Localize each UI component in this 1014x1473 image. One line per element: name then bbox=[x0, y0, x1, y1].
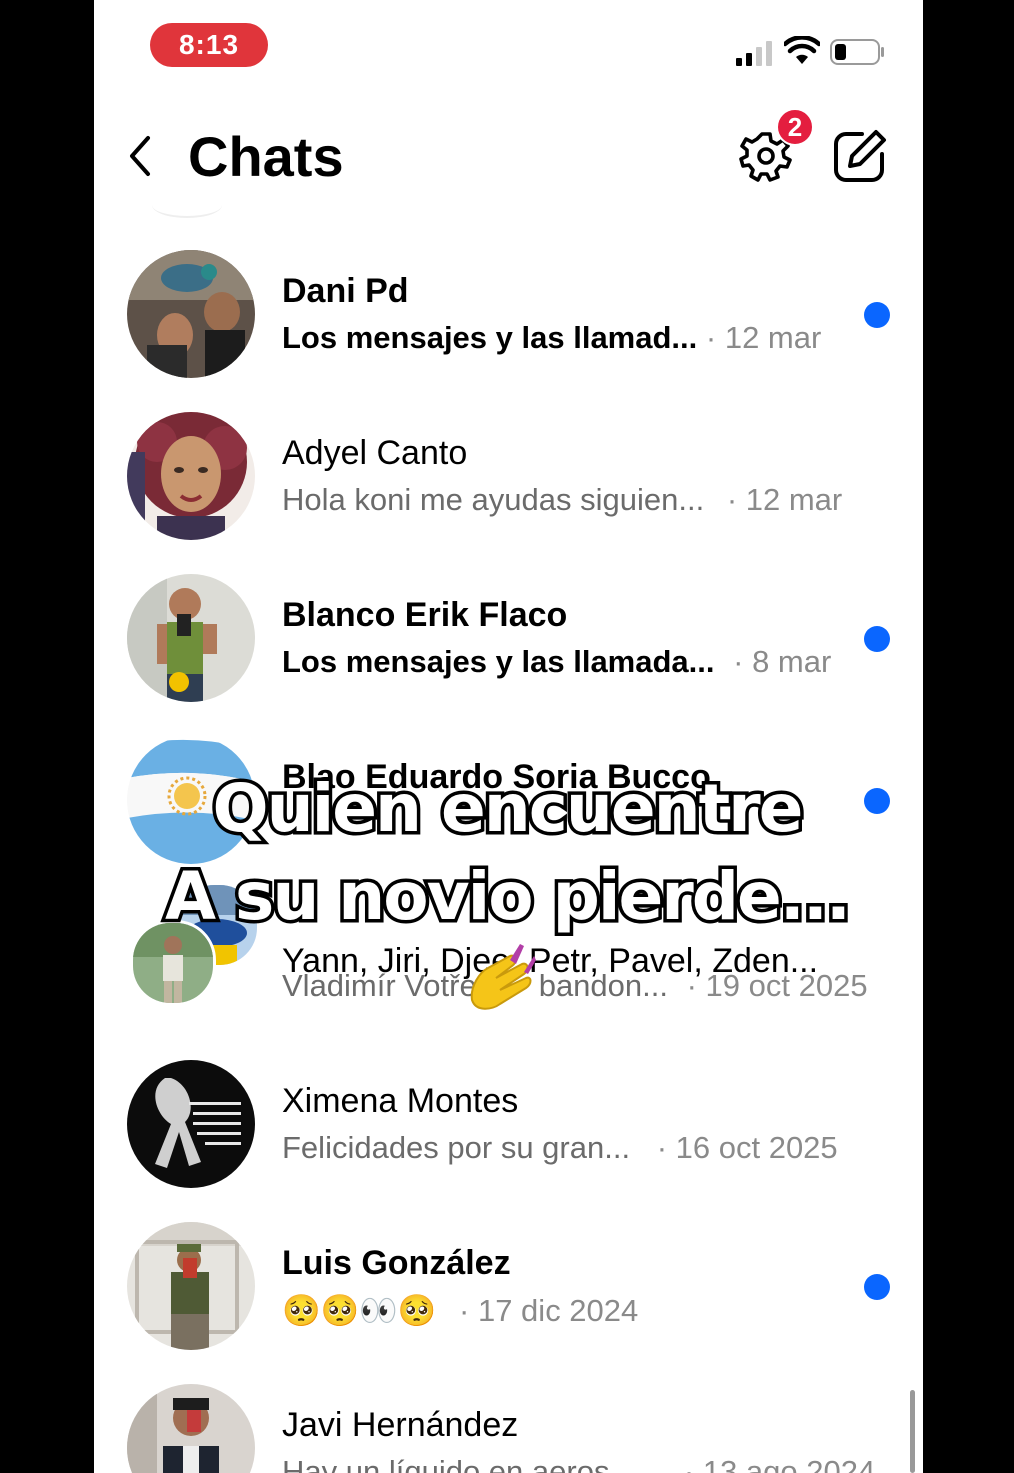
chat-date: · 16 oct 2025 bbox=[656, 1130, 838, 1165]
chat-date: · 17 dic 2024 bbox=[459, 1293, 639, 1328]
chat-row[interactable]: Dani Pd Los mensajes y las llamad... · 1… bbox=[94, 250, 923, 412]
preview-emojis: 🥺🥺👀🥺 bbox=[282, 1293, 437, 1328]
chat-name: Luis González bbox=[282, 1244, 511, 1282]
scrollbar[interactable] bbox=[910, 1390, 915, 1473]
back-chevron-icon[interactable] bbox=[124, 132, 156, 180]
overlay-caption-line2: A su novio pierde... bbox=[161, 855, 854, 939]
preview-text: Hola koni me ayudas siguien... bbox=[282, 482, 705, 517]
chat-name: Adyel Canto bbox=[282, 434, 468, 472]
chat-row[interactable]: Blanco Erik Flaco Los mensajes y las lla… bbox=[94, 574, 923, 736]
chat-row[interactable]: Ximena Montes Felicidades por su gran...… bbox=[94, 1060, 923, 1222]
battery-icon bbox=[830, 39, 884, 65]
chat-date: · 8 mar bbox=[733, 644, 832, 679]
unread-dot bbox=[864, 302, 890, 328]
compose-icon[interactable] bbox=[832, 128, 888, 184]
status-time[interactable]: 8:13 bbox=[150, 23, 268, 67]
chat-name: Blanco Erik Flaco bbox=[282, 596, 568, 634]
settings-notification-badge: 2 bbox=[776, 108, 814, 146]
chat-preview: Hola koni me ayudas siguien... · 12 mar bbox=[282, 482, 842, 518]
chat-preview: Los mensajes y las llamada... · 8 mar bbox=[282, 644, 831, 680]
avatar bbox=[127, 1222, 255, 1350]
overlay-caption-line1: Quien encuentre bbox=[209, 767, 807, 851]
chat-name: Javi Hernández bbox=[282, 1406, 519, 1444]
nail-polish-emoji-icon bbox=[470, 944, 536, 1010]
unread-dot bbox=[864, 626, 890, 652]
chat-row[interactable]: Luis González 🥺🥺👀🥺 · 17 dic 2024 bbox=[94, 1222, 923, 1384]
chat-date: · 19 oct 2025 bbox=[686, 968, 868, 1003]
cellular-signal-icon bbox=[736, 41, 772, 66]
phone-screen: 8:13 Chats 2 Dani Pd Los mensajes y las … bbox=[94, 0, 923, 1473]
chat-name: Dani Pd bbox=[282, 272, 409, 310]
preview-text: Felicidades por su gran... bbox=[282, 1130, 631, 1165]
chat-name: Ximena Montes bbox=[282, 1082, 519, 1120]
avatar bbox=[127, 1060, 255, 1188]
avatar bbox=[127, 412, 255, 540]
chat-date: · 12 mar bbox=[705, 320, 822, 355]
preview-text: Los mensajes y las llamad... bbox=[282, 320, 698, 355]
preview-text: Hay un líquido en aeros... bbox=[282, 1454, 636, 1473]
chat-row[interactable]: Adyel Canto Hola koni me ayudas siguien.… bbox=[94, 412, 923, 574]
chat-preview: Vladimír Votře bandon... · 19 oct 2025 bbox=[282, 968, 868, 1004]
chat-preview: Felicidades por su gran... · 16 oct 2025 bbox=[282, 1130, 838, 1166]
chat-preview: 🥺🥺👀🥺 · 17 dic 2024 bbox=[282, 1292, 638, 1329]
chat-preview: Los mensajes y las llamad... · 12 mar bbox=[282, 320, 821, 356]
avatar bbox=[127, 574, 255, 702]
partial-avatar-edge bbox=[152, 192, 222, 218]
page-title: Chats bbox=[188, 125, 344, 188]
chat-preview: Hay un líquido en aeros... · 13 ago 2024 bbox=[282, 1454, 875, 1473]
wifi-icon bbox=[784, 36, 820, 64]
chat-date: · 13 ago 2024 bbox=[683, 1454, 876, 1473]
chat-row[interactable]: Javi Hernández Hay un líquido en aeros..… bbox=[94, 1384, 923, 1473]
preview-text-tail: bandon... bbox=[538, 968, 668, 1003]
preview-text: Los mensajes y las llamada... bbox=[282, 644, 715, 679]
unread-dot bbox=[864, 1274, 890, 1300]
avatar bbox=[127, 1384, 255, 1473]
preview-text: Vladimír Votře bbox=[282, 968, 477, 1003]
avatar bbox=[127, 250, 255, 378]
chat-date: · 12 mar bbox=[726, 482, 843, 517]
